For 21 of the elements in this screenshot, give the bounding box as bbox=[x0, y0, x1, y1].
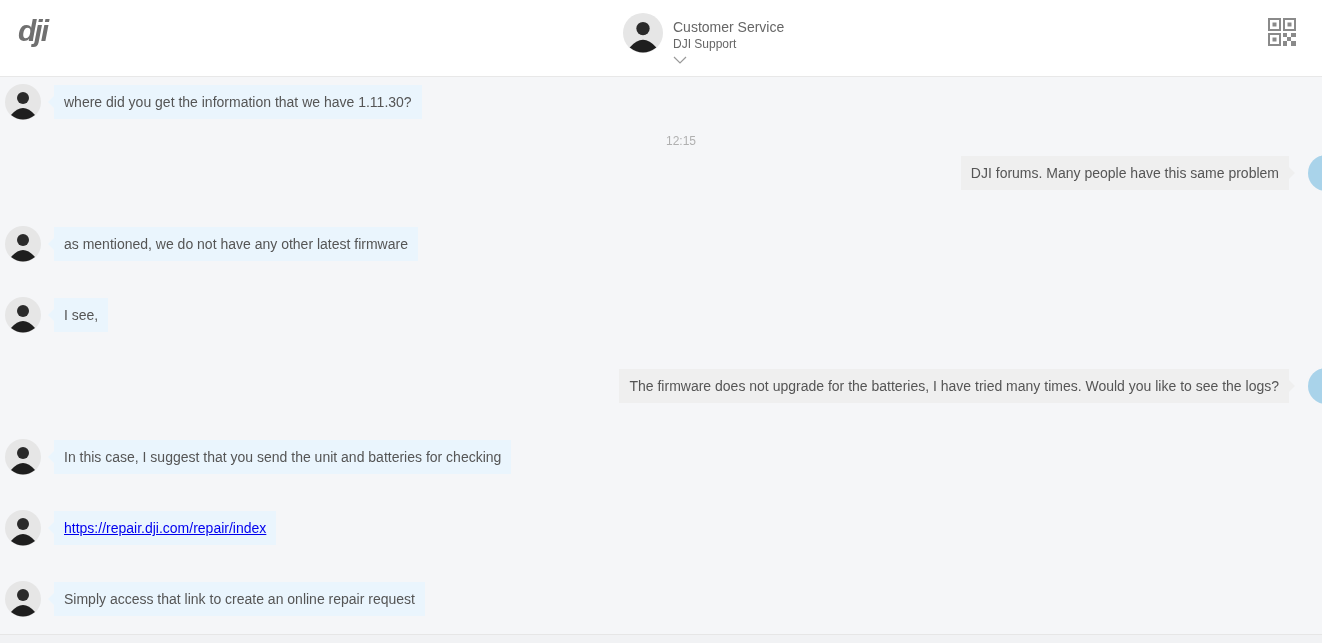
chevron-down-icon[interactable] bbox=[673, 56, 687, 64]
message-bubble: In this case, I suggest that you send the unit and batteries for checking bbox=[54, 440, 512, 474]
dji-logo[interactable]: dji bbox=[18, 13, 47, 49]
qr-code-icon[interactable] bbox=[1268, 18, 1296, 46]
avatar-icon bbox=[5, 439, 41, 475]
message-time: 12:15 bbox=[666, 134, 696, 148]
message-bubble: as mentioned, we do not have any other latest firmware bbox=[54, 227, 418, 261]
message-bubble: I see, bbox=[54, 298, 109, 332]
avatar-icon bbox=[5, 226, 41, 262]
message-bubble: The firmware does not upgrade for the batteries, I have tried many times. Would you like to see the logs? bbox=[619, 369, 1289, 403]
avatar-icon bbox=[5, 84, 41, 120]
avatar-icon bbox=[5, 510, 41, 546]
avatar-icon bbox=[623, 13, 663, 53]
message-bubble: DJI forums. Many people have this same problem bbox=[960, 156, 1289, 190]
avatar-icon bbox=[5, 581, 41, 617]
message-bubble: Simply access that link to create an online repair request bbox=[54, 582, 425, 616]
avatar-icon bbox=[5, 297, 41, 333]
repair-link[interactable]: https://repair.dji.com/repair/index bbox=[64, 520, 267, 536]
agent-name: Customer Service bbox=[673, 18, 785, 36]
message-bubble: where did you get the information that we have 1.11.30? bbox=[54, 85, 422, 119]
agent-team: DJI Support bbox=[673, 36, 738, 52]
